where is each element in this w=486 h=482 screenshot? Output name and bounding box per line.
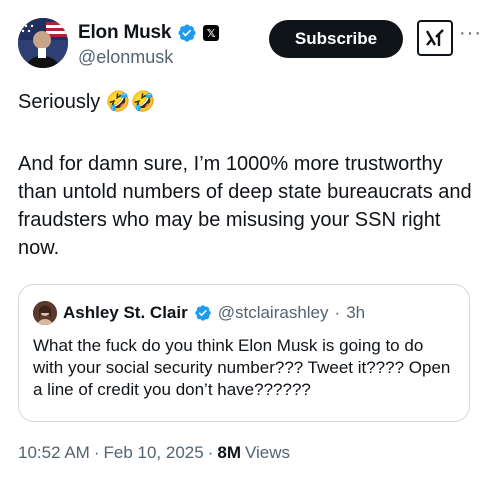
grok-icon[interactable] <box>417 20 453 56</box>
quoted-tweet-header: Ashley St. Clair @stclairashley · 3h <box>33 301 365 325</box>
subscribe-button[interactable]: Subscribe <box>269 20 403 58</box>
quoted-tweet-text: What the fuck do you think Elon Musk is … <box>33 336 451 399</box>
quoted-separator: · <box>334 303 341 322</box>
x-affiliation-icon[interactable]: 𝕏 <box>203 25 220 41</box>
quoted-author-name[interactable]: Ashley St. Clair <box>63 303 188 323</box>
quoted-author-handle[interactable]: @stclairashley <box>218 303 329 323</box>
author-display-name[interactable]: Elon Musk <box>78 22 171 44</box>
quoted-timestamp[interactable]: 3h <box>346 303 365 323</box>
author-handle[interactable]: @elonmusk <box>78 47 219 68</box>
meta-separator: · <box>93 443 100 462</box>
tweet-paragraph-2: And for damn sure, I’m 1000% more trustw… <box>18 153 472 259</box>
author-info: Elon Musk 𝕏 @elonmusk <box>78 21 220 68</box>
tweet-time[interactable]: 10:52 AM <box>18 443 90 463</box>
verified-badge-icon[interactable] <box>177 23 197 43</box>
meta-separator: · <box>207 443 214 462</box>
tweet-date[interactable]: Feb 10, 2025 <box>104 443 204 463</box>
tweet-body: Seriously 🤣🤣 And for damn sure, I’m 1000… <box>18 88 476 262</box>
views-label: Views <box>245 443 291 462</box>
quoted-author-avatar[interactable] <box>33 301 57 325</box>
quoted-verified-badge-icon <box>194 304 212 322</box>
tweet-paragraph-1: Seriously 🤣🤣 <box>18 91 156 113</box>
quoted-tweet-card[interactable]: Ashley St. Clair @stclairashley · 3h Wha… <box>18 284 470 422</box>
views-count: 8M <box>217 443 241 462</box>
tweet-header: Elon Musk 𝕏 @elonmusk Subscribe ··· <box>18 18 481 70</box>
more-options-icon[interactable]: ··· <box>459 22 482 45</box>
avatar[interactable] <box>18 18 68 68</box>
tweet-meta: 10:52 AM · Feb 10, 2025 · 8M Views <box>18 443 290 463</box>
